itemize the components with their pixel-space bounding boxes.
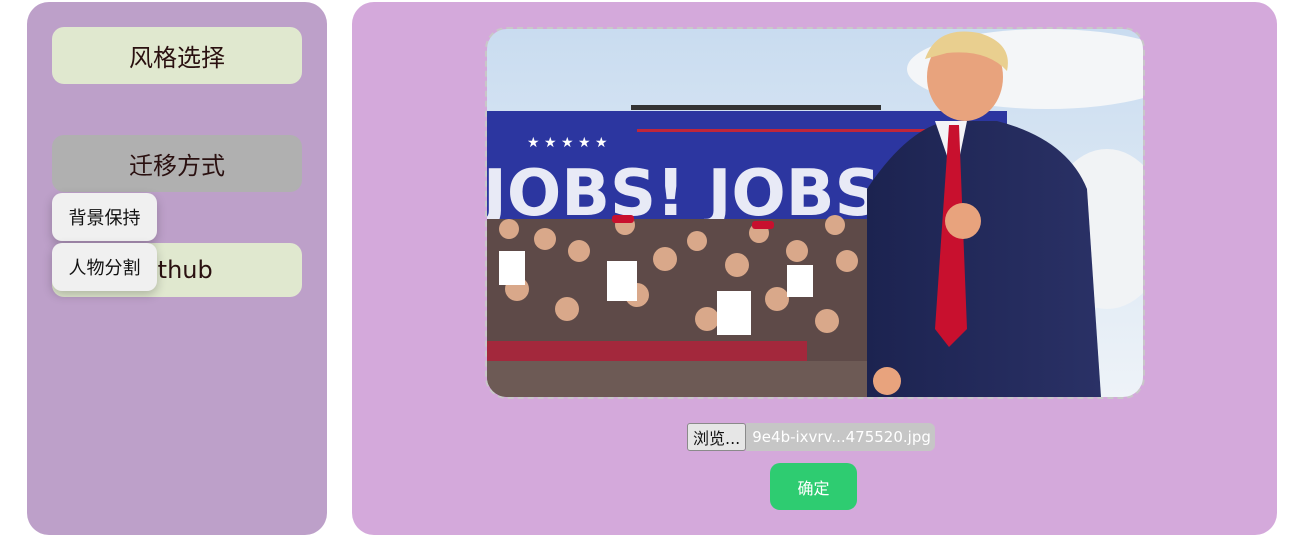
style-select-button[interactable]: 风格选择 — [52, 27, 302, 84]
dropdown-item-background-keep[interactable]: 背景保持 — [52, 193, 157, 241]
file-input[interactable]: 浏览... 9e4b-ixvrv...475520.jpg — [687, 423, 935, 451]
browse-button[interactable]: 浏览... — [687, 423, 747, 451]
transfer-mode-dropdown: 背景保持 人物分割 — [52, 193, 157, 293]
transfer-mode-button[interactable]: 迁移方式 — [52, 135, 302, 192]
github-label: ithub — [151, 256, 213, 284]
main-panel: ★ ★ ★ ★ ★ JOBS! JOBS! 浏览... 9e4b-ixvrv..… — [352, 2, 1277, 535]
confirm-button[interactable]: 确定 — [770, 463, 857, 510]
sidebar: 风格选择 迁移方式 ithub 背景保持 人物分割 — [27, 2, 327, 535]
selected-file-name: 9e4b-ixvrv...475520.jpg — [746, 423, 935, 451]
dropdown-item-person-segmentation[interactable]: 人物分割 — [52, 243, 157, 291]
photo-illustration: ★ ★ ★ ★ ★ JOBS! JOBS! — [487, 29, 1143, 397]
image-preview[interactable]: ★ ★ ★ ★ ★ JOBS! JOBS! — [485, 27, 1145, 399]
svg-text:★ ★ ★ ★ ★: ★ ★ ★ ★ ★ — [527, 135, 608, 151]
